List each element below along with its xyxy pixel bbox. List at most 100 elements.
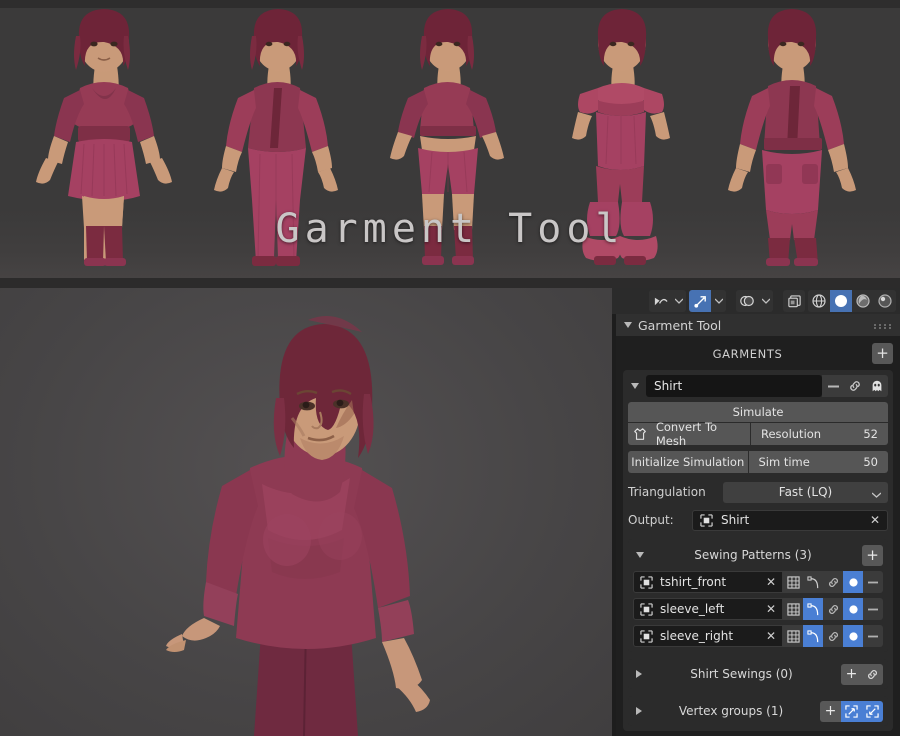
curve-handle-icon [806,575,818,588]
output-field[interactable]: Shirt ✕ [692,509,888,531]
expand-selection-button[interactable] [841,700,862,722]
pattern-remove-button[interactable] [863,625,883,647]
pattern-curve-toggle[interactable] [803,598,823,620]
simulate-button[interactable]: Simulate [628,402,888,422]
pattern-curve-toggle[interactable] [803,571,823,593]
pattern-link-toggle[interactable] [823,571,843,593]
pattern-name-label: sleeve_right [660,629,734,643]
proportional-editing-group [649,290,686,312]
garments-label: GARMENTS [712,346,783,361]
pattern-visibility-toggle[interactable] [843,571,863,593]
chevron-down-icon [674,298,683,304]
sewing-patterns-header: Sewing Patterns (3) + [633,544,883,566]
initialize-simulation-button[interactable]: Initialize Simulation [628,451,748,473]
expand-arrows-icon [845,704,858,718]
shrink-selection-button[interactable] [862,700,883,722]
proportional-editing-caret[interactable] [671,290,686,312]
wireframe-sphere-icon [812,294,826,308]
pattern-grid-toggle[interactable] [783,625,803,647]
3d-viewport[interactable] [0,288,612,736]
minus-icon [868,635,878,637]
xray-toggle-button[interactable] [783,290,805,312]
garment-name-field[interactable]: Shirt [646,375,822,397]
link-icon [850,381,860,391]
curve-handle-icon [806,602,818,615]
resolution-field[interactable]: Resolution 52 [751,423,888,445]
pattern-grid-toggle[interactable] [783,598,803,620]
pattern-remove-button[interactable] [863,571,883,593]
shading-material-preview-button[interactable] [852,290,874,312]
overlays-caret[interactable] [758,290,773,312]
link-icon [828,631,838,641]
sewing-patterns-panel: Sewing Patterns (3) + tshirt_front ✕ sle… [628,539,888,652]
clear-pattern-button[interactable]: ✕ [766,629,776,643]
panel-grip-handle[interactable] [874,324,892,326]
snap-magnet-button[interactable] [689,290,711,312]
panel-title: Garment Tool [638,317,722,333]
pattern-remove-button[interactable] [863,598,883,620]
link-icon [828,604,838,614]
clear-pattern-button[interactable]: ✕ [766,575,776,589]
table-row: sleeve_right ✕ [633,625,883,647]
proportional-editing-falloff-button[interactable] [649,290,671,312]
link-sewing-button[interactable] [862,663,883,685]
convert-to-mesh-button[interactable]: Convert To Mesh [628,420,750,448]
output-row: Output: Shirt ✕ [628,508,888,532]
pattern-grid-toggle[interactable] [783,571,803,593]
add-sewing-pattern-button[interactable]: + [862,544,883,566]
triangulation-dropdown[interactable]: Fast (LQ) [723,481,888,503]
add-vertex-group-button[interactable]: + [820,700,841,722]
sewing-patterns-collapse-triangle[interactable] [636,552,644,558]
pattern-visibility-toggle[interactable] [843,625,863,647]
banner-image: Garment Tool [0,0,900,288]
minus-icon [868,608,878,610]
pattern-name-field[interactable]: sleeve_left ✕ [633,598,783,620]
pattern-name-field[interactable]: tshirt_front ✕ [633,571,783,593]
object-data-icon [640,629,653,643]
filled-circle-icon [848,604,858,614]
link-garment-button[interactable] [844,375,866,397]
shading-solid-button[interactable] [830,290,852,312]
shading-rendered-button[interactable] [874,290,896,312]
add-sewing-button[interactable]: + [841,663,862,685]
chevron-down-icon [871,487,882,501]
pattern-name-label: sleeve_left [660,602,725,616]
triangulation-row: Triangulation Fast (LQ) [628,480,888,504]
add-garment-button[interactable]: + [872,343,893,364]
pattern-name-field[interactable]: sleeve_right ✕ [633,625,783,647]
filled-circle-icon [848,631,858,641]
banner-figure-5 [706,8,878,276]
panel-header[interactable]: Garment Tool [616,314,900,336]
shirt-sewings-buttons: + [841,663,883,685]
garment-expand-triangle[interactable] [631,383,639,389]
clear-output-button[interactable]: ✕ [870,513,880,527]
shirt-sewings-label: Shirt Sewings (0) [690,667,793,681]
sim-time-value: 50 [863,455,878,469]
minus-icon [868,581,878,583]
banner-bottom-strip [0,278,900,288]
pattern-name-label: tshirt_front [660,575,727,589]
sim-time-field[interactable]: Sim time 50 [748,451,888,473]
sim-time-label: Sim time [758,455,810,469]
pattern-link-toggle[interactable] [823,598,843,620]
grid-icon [786,629,800,643]
initialize-simtime-row: Initialize Simulation Sim time 50 [628,451,888,473]
pattern-curve-toggle[interactable] [803,625,823,647]
resolution-label: Resolution [761,427,822,441]
chevron-down-icon [761,298,770,304]
viewport-model [166,316,430,736]
table-row: tshirt_front ✕ [633,571,883,593]
overlays-toggle-button[interactable] [736,290,758,312]
shading-wireframe-button[interactable] [808,290,830,312]
convert-resolution-row: Convert To Mesh Resolution 52 [628,420,888,448]
convert-to-mesh-label: Convert To Mesh [655,420,718,448]
clear-pattern-button[interactable]: ✕ [766,602,776,616]
output-label: Output: [628,513,674,527]
garment-tool-panel: Garment Tool GARMENTS + Shirt Simulate C… [616,314,900,736]
snap-caret[interactable] [711,290,726,312]
panel-collapse-triangle[interactable] [624,322,632,328]
remove-garment-button[interactable] [822,375,844,397]
pattern-visibility-toggle[interactable] [843,598,863,620]
pattern-link-toggle[interactable] [823,625,843,647]
ghost-visibility-button[interactable] [866,375,888,397]
